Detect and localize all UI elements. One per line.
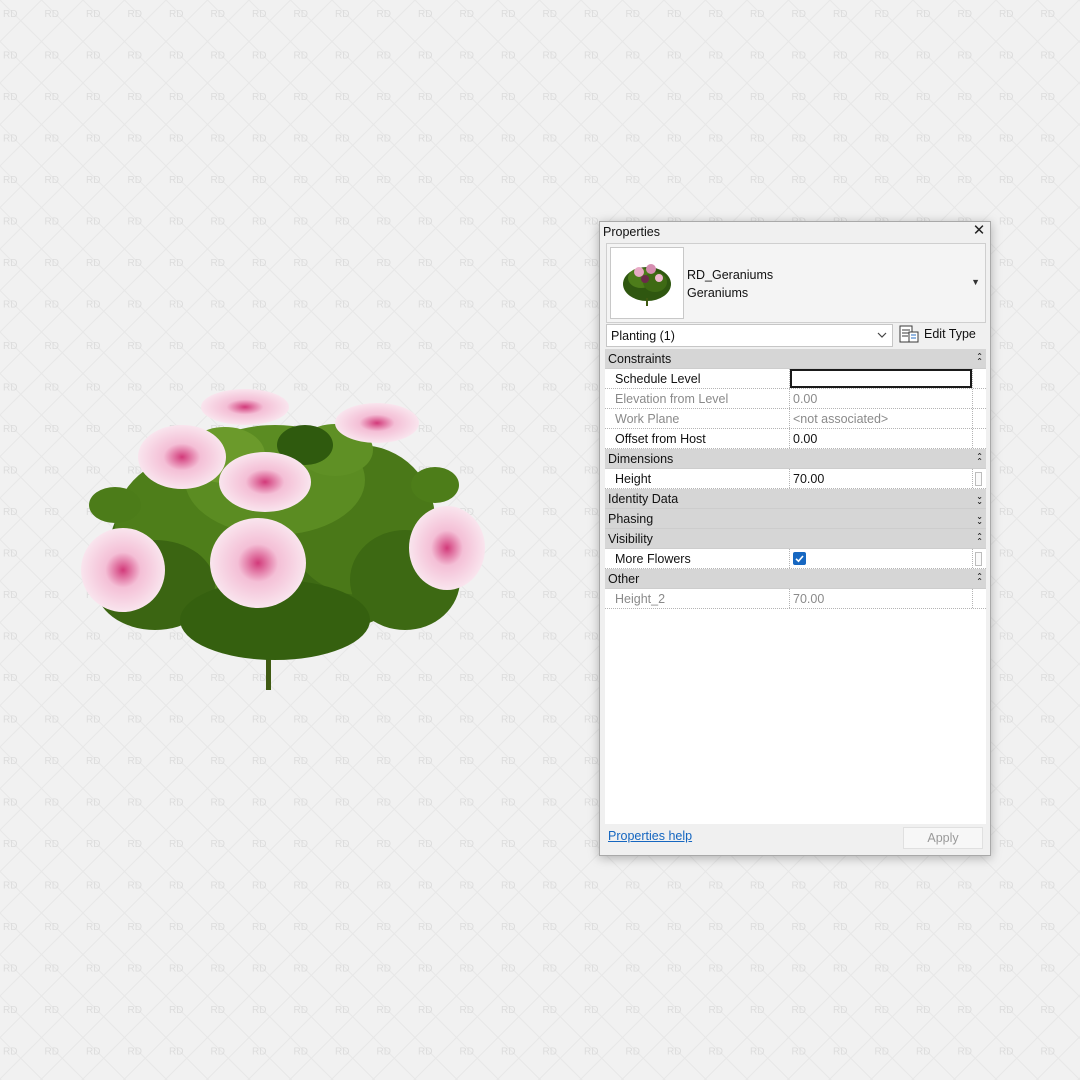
height-field[interactable]: 70.00 [790,469,972,488]
prop-button-cell [972,549,986,568]
offset-from-host-field[interactable]: 0.00 [790,429,972,448]
prop-value: 70.00 [793,592,825,606]
prop-name-cell: Work Plane [605,409,790,428]
type-selector[interactable]: RD_Geraniums Geraniums ▼ [606,243,986,323]
prop-name-cell: More Flowers [605,549,790,568]
schedule-level-field[interactable] [790,369,972,388]
group-other[interactable]: Other ⌃ ⌃ [605,569,986,589]
more-flowers-field [790,549,972,568]
prop-button-cell [972,409,986,428]
prop-name: Height_2 [615,592,666,606]
edit-type-icon [899,325,919,343]
prop-name: Height [615,472,652,486]
close-icon[interactable]: ✕ [971,223,987,239]
prop-row-offset-from-host: Offset from Host 0.00 [605,429,986,449]
edit-type-button[interactable]: Edit Type [898,323,982,347]
properties-panel: Properties ✕ RD_Geraniums Geraniums ▼ Pl… [599,221,991,856]
prop-name-cell: Height_2 [605,589,790,608]
group-label: Other [608,572,640,586]
properties-help-link[interactable]: Properties help [608,829,692,843]
prop-row-work-plane: Work Plane <not associated> [605,409,986,429]
group-label: Identity Data [608,492,679,506]
apply-button: Apply [903,827,983,849]
prop-name: Work Plane [615,412,680,426]
prop-name: Elevation from Level [615,392,729,406]
prop-row-schedule-level: Schedule Level [605,369,986,389]
caret-down-icon[interactable]: ▼ [971,277,980,287]
group-label: Constraints [608,352,672,366]
properties-grid: Constraints ⌃ ⌃ Schedule Level Elevation … [605,349,986,824]
prop-name-cell: Schedule Level [605,369,790,388]
prop-name-cell: Height [605,469,790,488]
prop-value: <not associated> [793,412,889,426]
prop-row-elevation-from-level: Elevation from Level 0.00 [605,389,986,409]
prop-button-cell [972,589,986,608]
geranium-plant-image [75,385,495,695]
type-family-name: RD_Geraniums [687,268,774,282]
prop-name: More Flowers [615,552,691,566]
prop-value: 70.00 [793,472,825,486]
group-constraints[interactable]: Constraints ⌃ ⌃ [605,349,986,369]
properties-titlebar[interactable]: Properties ✕ [600,222,990,242]
type-thumbnail [610,247,684,319]
prop-value: 0.00 [793,432,818,446]
expand-icon[interactable]: ⌄ ⌄ [976,493,983,506]
collapse-icon[interactable]: ⌃ ⌃ [976,453,983,466]
prop-name: Schedule Level [615,372,701,386]
group-dimensions[interactable]: Dimensions ⌃ ⌃ [605,449,986,469]
more-flowers-checkbox[interactable] [793,552,806,565]
collapse-icon[interactable]: ⌃ ⌃ [976,573,983,586]
elevation-from-level-field: 0.00 [790,389,972,408]
group-label: Dimensions [608,452,674,466]
associate-parameter-button[interactable] [975,552,982,566]
prop-row-height-2: Height_2 70.00 [605,589,986,609]
group-phasing[interactable]: Phasing ⌄ ⌄ [605,509,986,529]
properties-title: Properties [603,225,660,239]
prop-button-cell [972,429,986,448]
group-identity-data[interactable]: Identity Data ⌄ ⌄ [605,489,986,509]
expand-icon[interactable]: ⌄ ⌄ [976,513,983,526]
prop-name-cell: Elevation from Level [605,389,790,408]
work-plane-field: <not associated> [790,409,972,428]
prop-row-height: Height 70.00 [605,469,986,489]
height-2-field: 70.00 [790,589,972,608]
group-visibility[interactable]: Visibility ⌃ ⌃ [605,529,986,549]
chevron-down-icon [876,329,888,341]
prop-button-cell [972,389,986,408]
collapse-icon[interactable]: ⌃ ⌃ [976,533,983,546]
type-name: Geraniums [687,286,749,300]
prop-name-cell: Offset from Host [605,429,790,448]
collapse-icon[interactable]: ⌃ ⌃ [976,353,983,366]
prop-button-cell [972,369,986,388]
group-label: Phasing [608,512,654,526]
associate-parameter-button[interactable] [975,472,982,486]
group-label: Visibility [608,532,653,546]
prop-button-cell [972,469,986,488]
filter-selected-value: Planting (1) [611,329,675,343]
prop-row-more-flowers: More Flowers [605,549,986,569]
edit-type-label: Edit Type [924,327,976,341]
instance-filter-dropdown[interactable]: Planting (1) [606,324,893,347]
prop-name: Offset from Host [615,432,706,446]
prop-value: 0.00 [793,392,818,406]
